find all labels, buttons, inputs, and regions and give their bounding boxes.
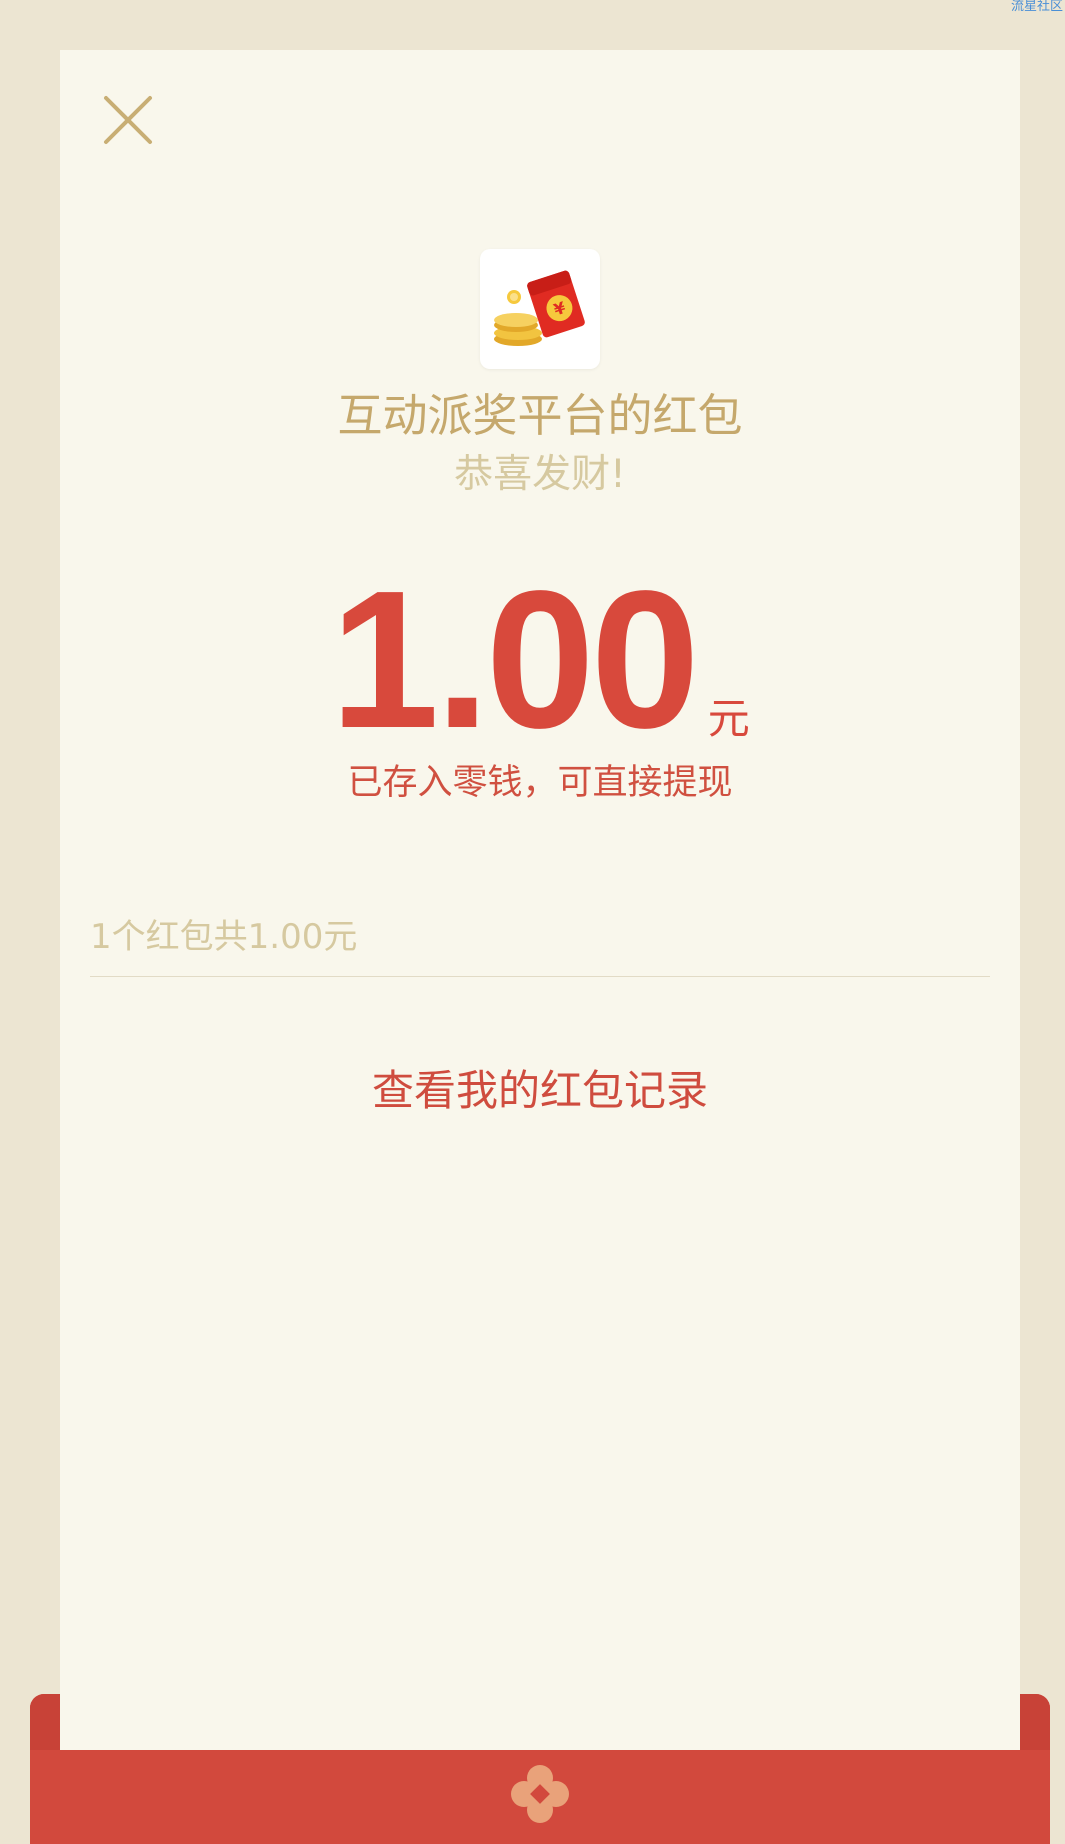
packet-summary: 1个红包共1.00元 [90,917,358,957]
amount-unit: 元 [707,694,750,743]
red-envelope-coins-icon: ¥ [480,249,600,369]
amount-row: 1.00 元 [60,550,1020,769]
sender-name: 互动派奖平台的红包 [337,389,743,442]
stored-to-wallet-link[interactable]: 已存入零钱，可直接提现 [60,760,1020,806]
watermark-text: 流星社区 [1010,0,1063,14]
view-records-link[interactable]: 查看我的红包记录 [60,1064,1020,1118]
greeting-text: 恭喜发财! [454,452,626,497]
red-packet-detail-page: 流星社区 ¥ 互动派奖平台的红包 恭喜发财! 1.00 元 已存入零钱，可直接提… [0,0,1065,1844]
amount-value: 1.00 [330,550,699,769]
flower-seal-icon [511,1765,569,1823]
divider [90,976,990,977]
close-icon[interactable] [100,92,156,148]
